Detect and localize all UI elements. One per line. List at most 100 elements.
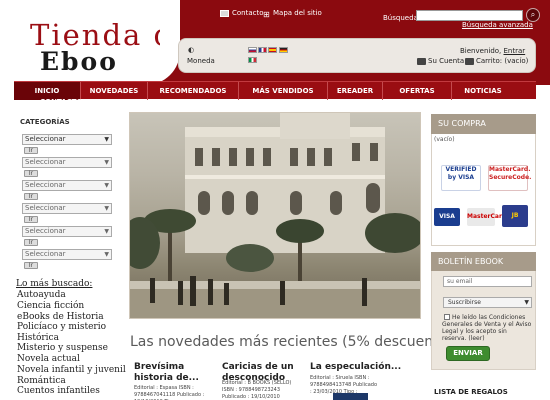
- select-value: Seleccionar: [25, 135, 66, 143]
- welcome-text: Bienvenido, Entrar: [460, 47, 525, 55]
- currency-label: Moneda: [187, 57, 215, 65]
- tab-contacto[interactable]: CONTACTO: [40, 98, 82, 104]
- cart-link[interactable]: Carrito: (vacío): [465, 57, 528, 65]
- sitemap-label: Mapa del sitio: [273, 9, 322, 17]
- category-go-button[interactable]: Ir: [24, 262, 38, 269]
- chevron-down-icon: ▼: [104, 136, 109, 143]
- category-select[interactable]: Seleccionar ▼: [22, 226, 112, 237]
- book-title-link[interactable]: Brevísima historia de...: [134, 362, 214, 384]
- tab-ereader[interactable]: EREADER: [328, 82, 383, 100]
- welcome-label: Bienvenido,: [460, 47, 504, 55]
- tab-recomendados[interactable]: RECOMENDADOS: [148, 82, 239, 100]
- book-meta: Editorial : B BOOKS (SELLO) ISBN : 97884…: [222, 380, 292, 400]
- flag-fr-icon[interactable]: [258, 47, 267, 53]
- hero-illustration: [130, 113, 420, 318]
- search-term-link[interactable]: Romántica: [17, 376, 66, 386]
- search-icon: ⌕: [530, 10, 536, 19]
- chevron-down-icon: ▼: [104, 228, 109, 235]
- search-term-link[interactable]: Misterio y suspense: [17, 343, 108, 353]
- category-select[interactable]: Seleccionar ▼: [22, 134, 112, 145]
- search-term-link[interactable]: eBooks de Historia: [17, 312, 104, 322]
- advanced-search-link[interactable]: Búsqueda avanzada: [462, 21, 533, 29]
- contact-label: Contacto: [232, 9, 264, 17]
- tab-novedades[interactable]: NOVEDADES: [81, 82, 148, 100]
- currency-icon[interactable]: ◐: [188, 46, 194, 54]
- search-label: Búsqueda: [383, 14, 418, 22]
- search-term-link[interactable]: Policíaco y misterio: [17, 322, 106, 332]
- category-go-button[interactable]: Ir: [24, 193, 38, 200]
- sitemap-link[interactable]: ⊞ Mapa del sitio: [263, 9, 322, 19]
- category-select[interactable]: Seleccionar ▼: [22, 203, 112, 214]
- sitemap-icon: ⊞: [263, 9, 270, 19]
- search-term-link[interactable]: Ciencia ficción: [17, 301, 84, 311]
- flag-de-icon[interactable]: [279, 47, 288, 53]
- send-button[interactable]: ENVIAR: [446, 346, 490, 361]
- logo-panel: Tienda d Eboo: [0, 0, 180, 85]
- category-select[interactable]: Seleccionar ▼: [22, 249, 112, 260]
- book-cover-thumbnail[interactable]: [333, 393, 368, 400]
- select-value: Seleccionar: [25, 181, 66, 189]
- main-nav: INICIO NOVEDADES RECOMENDADOS MÁS VENDID…: [14, 81, 536, 100]
- chevron-down-icon: ▼: [104, 251, 109, 258]
- logo-text-line2[interactable]: Eboo: [40, 47, 160, 76]
- tab-ofertas[interactable]: OFERTAS: [383, 82, 452, 100]
- terms-text: He leído las Condiciones Generales de Ve…: [442, 314, 532, 342]
- search-term-link[interactable]: Novela actual: [17, 354, 80, 364]
- flag-it-icon[interactable]: [248, 57, 257, 63]
- flag-en-icon[interactable]: [248, 47, 257, 53]
- balustrade: [130, 281, 420, 289]
- category-go-button[interactable]: Ir: [24, 239, 38, 246]
- mastercard-securecode-logo: MasterCard. SecureCode.: [488, 165, 531, 191]
- select-value: Seleccionar: [25, 250, 66, 258]
- category-go-button[interactable]: Ir: [24, 170, 38, 177]
- visa-card-icon: VISA: [434, 208, 460, 226]
- mastercard-card-icon: MasterCard: [467, 208, 506, 226]
- newsletter-title: BOLETÍN EBOOK: [431, 252, 536, 271]
- cart-box-title: SU COMPRA: [431, 114, 536, 134]
- jcb-card-icon: JB: [502, 205, 528, 227]
- search-term-link[interactable]: Cuentos infantiles: [17, 386, 100, 396]
- search-term-link[interactable]: Histórica: [17, 333, 59, 343]
- search-term-link[interactable]: Novela infantil y juvenil: [17, 365, 126, 375]
- chevron-down-icon: ▼: [524, 299, 529, 306]
- select-value: Seleccionar: [25, 204, 66, 212]
- category-select[interactable]: Seleccionar ▼: [22, 157, 112, 168]
- search-input[interactable]: [416, 10, 523, 21]
- account-link[interactable]: Su Cuenta: [417, 57, 464, 65]
- gift-list-title: LISTA DE REGALOS: [434, 388, 508, 396]
- hero-photo[interactable]: [129, 112, 421, 319]
- book-title-link[interactable]: La especulación...: [310, 362, 420, 373]
- cart-label: Carrito: (vacío): [476, 57, 529, 65]
- select-value: Suscribirse: [448, 299, 481, 306]
- select-value: Seleccionar: [25, 158, 66, 166]
- tab-noticias[interactable]: NOTICIAS: [452, 82, 514, 100]
- search-term-link[interactable]: Autoayuda: [17, 290, 66, 300]
- ground: [130, 289, 420, 318]
- chevron-down-icon: ▼: [104, 182, 109, 189]
- chevron-down-icon: ▼: [104, 159, 109, 166]
- building-tower: [280, 113, 350, 139]
- envelope-icon: [220, 9, 229, 17]
- info-panel: [178, 38, 536, 73]
- flag-es-icon[interactable]: [268, 47, 277, 53]
- category-go-button[interactable]: Ir: [24, 216, 38, 223]
- categories-title: CATEGORÍAS: [20, 118, 70, 126]
- select-value: Seleccionar: [25, 227, 66, 235]
- verified-by-visa-logo: VERIFIED by VISA: [441, 165, 481, 191]
- building-balcony: [185, 175, 385, 179]
- chevron-down-icon: ▼: [104, 205, 109, 212]
- tab-mas-vendidos[interactable]: MÁS VENDIDOS: [239, 82, 328, 100]
- subscribe-select[interactable]: Suscribirse ▼: [443, 297, 532, 308]
- newsletter-email-input[interactable]: su email: [443, 276, 532, 287]
- most-searched-title: Lo más buscado:: [16, 279, 93, 289]
- cart-empty-text: (vacío): [434, 136, 455, 143]
- search-button[interactable]: ⌕: [526, 8, 540, 22]
- account-icon: [417, 57, 426, 65]
- terms-checkbox[interactable]: [444, 314, 450, 320]
- category-go-button[interactable]: Ir: [24, 147, 38, 154]
- login-link[interactable]: Entrar: [504, 47, 526, 55]
- book-meta: Editorial : Espasa ISBN : 9788467041118 …: [134, 385, 205, 400]
- contact-link[interactable]: Contacto: [220, 9, 264, 17]
- category-select[interactable]: Seleccionar ▼: [22, 180, 112, 191]
- account-label: Su Cuenta: [428, 57, 465, 65]
